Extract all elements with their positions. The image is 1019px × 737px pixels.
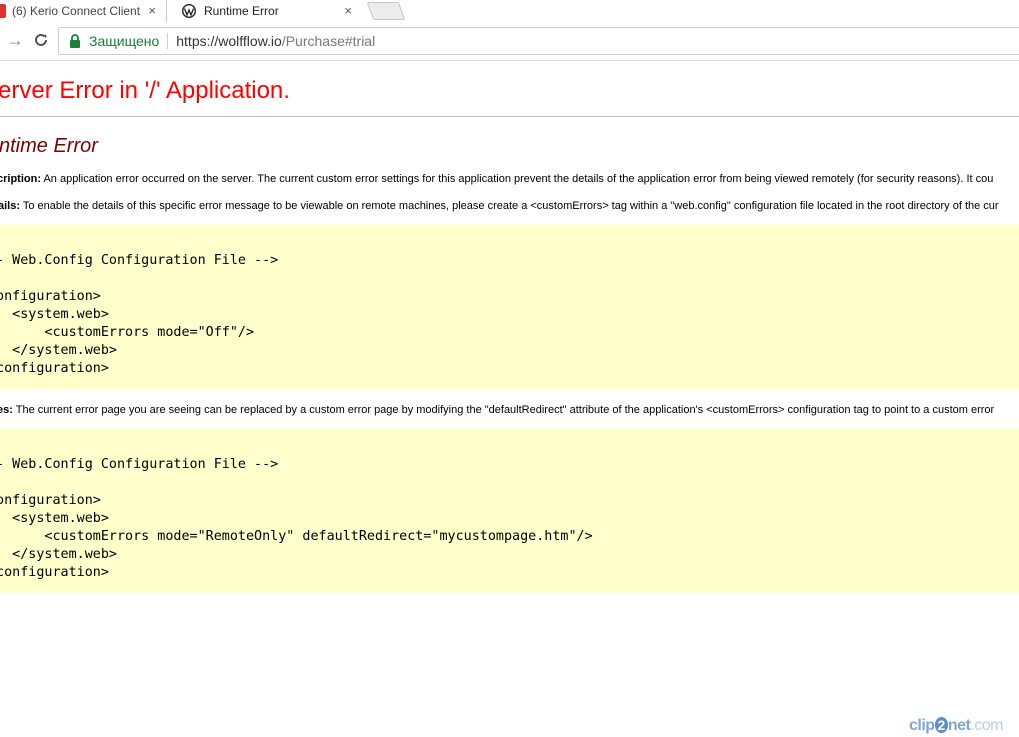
watermark-net: net [947,717,971,734]
wordpress-favicon-icon [182,4,196,18]
new-tab-button[interactable] [366,2,406,20]
url-path: /Purchase#trial [281,33,376,49]
reload-icon[interactable] [33,32,49,48]
details-text: To enable the details of this specific e… [20,200,999,212]
secure-label: Защищено [89,33,160,49]
code-block-2: -- Web.Config Configuration File --> con… [0,429,1019,593]
watermark-com: .com [970,717,1003,734]
close-icon[interactable]: × [344,3,352,18]
details-label: ails: [0,200,21,212]
clip2net-watermark: clip 2 net.com [909,717,1003,735]
close-icon[interactable]: × [148,3,156,18]
address-bar[interactable]: Защищено https://wolfflow.io/Purchase#tr… [58,27,1019,55]
watermark-clip: clip [908,717,935,734]
browser-toolbar: → Защищено https://wolfflow.io/Purchase#… [0,22,1019,61]
notes-paragraph: es: The current error page you are seein… [0,404,994,416]
description-text: An application error occurred on the ser… [41,173,994,185]
tab-title: (6) Kerio Connect Client [12,4,141,18]
tab-title: Runtime Error [204,4,279,18]
description-paragraph: cription: An application error occurred … [0,173,993,185]
forward-arrow-icon[interactable]: → [6,31,24,49]
notes-label: es: [0,404,13,416]
details-paragraph: ails: To enable the details of this spec… [0,200,999,212]
page-viewport: erver Error in '/' Application. ntime Er… [0,61,1019,737]
error-subtitle: ntime Error [0,135,98,157]
tab-runtime-error[interactable]: Runtime Error × [170,0,362,22]
page-title: erver Error in '/' Application. [0,77,290,104]
tab-strip: (6) Kerio Connect Client × Runtime Error… [0,0,1019,22]
tab-kerio-connect[interactable]: (6) Kerio Connect Client × [0,0,167,22]
code-block-1: -- Web.Config Configuration File --> con… [0,225,1019,389]
omnibox-separator [167,33,169,49]
url-host: https://wolfflow.io [176,33,282,49]
description-label: cription: [0,173,41,185]
divider [0,116,1019,117]
notes-text: The current error page you are seeing ca… [12,404,995,416]
kerio-favicon-icon [0,4,6,18]
code-text-2: -- Web.Config Configuration File --> con… [0,457,593,580]
watermark-two: 2 [934,717,948,733]
code-text-1: -- Web.Config Configuration File --> con… [0,253,279,376]
lock-icon [70,34,80,48]
